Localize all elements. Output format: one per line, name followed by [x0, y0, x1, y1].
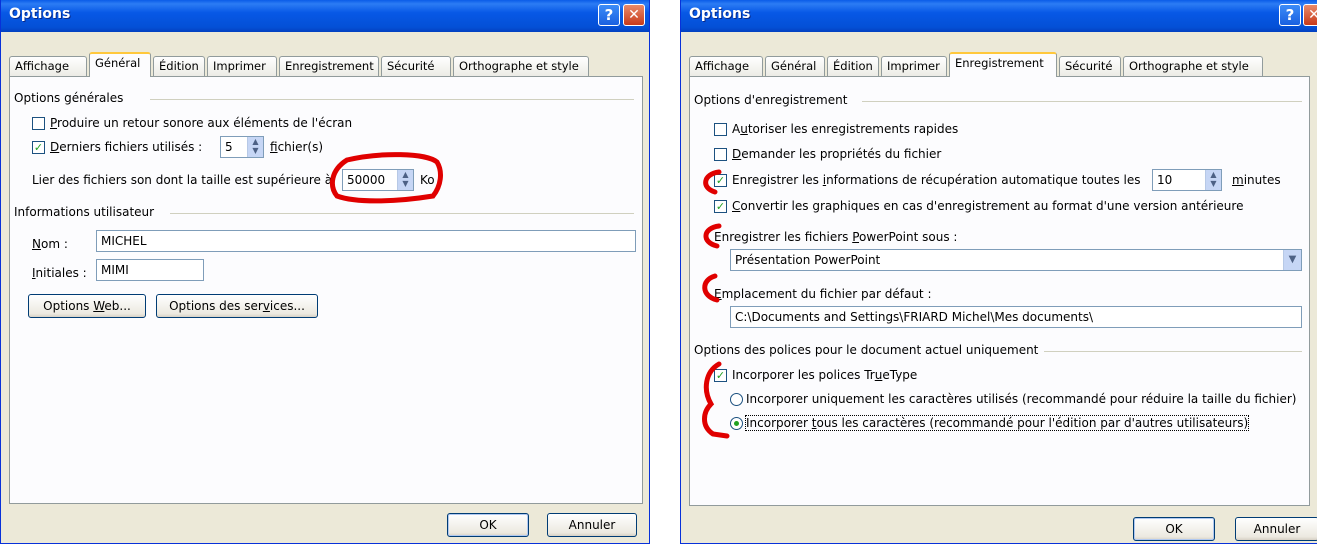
label-emplacement: Emplacement du fichier par défaut : [714, 287, 932, 301]
label-ko: Ko [420, 173, 435, 187]
spinner-arrows-icon[interactable]: ▲ ▼ [397, 170, 413, 190]
tab-orthographe[interactable]: Orthographe et style [453, 56, 589, 76]
group-label-options-enregistrement: Options d'enregistrement [694, 93, 848, 107]
label-derniers-fichiers: Derniers fichiers utilisés : [50, 140, 203, 154]
tab-affichage[interactable]: Affichage [9, 56, 87, 76]
checkbox-enregistrements-rapides[interactable] [714, 123, 727, 136]
annuler-button[interactable]: Annuler [1235, 517, 1317, 541]
divider [1044, 351, 1302, 352]
tab-enregistrement[interactable]: Enregistrement [279, 56, 379, 76]
autorecover-minutes-input[interactable]: 10 ▲ ▼ [1152, 169, 1222, 191]
tab-imprimer[interactable]: Imprimer [207, 56, 277, 76]
help-icon[interactable]: ? [1279, 4, 1301, 26]
tab-orthographe[interactable]: Orthographe et style [1123, 56, 1263, 76]
divider [150, 99, 634, 100]
checkbox-proprietes-fichier[interactable] [714, 148, 727, 161]
tab-enregistrement[interactable]: Enregistrement [949, 52, 1057, 77]
tab-general[interactable]: Général [765, 56, 825, 76]
tab-general[interactable]: Général [89, 52, 151, 77]
checkbox-retour-sonore[interactable] [32, 117, 45, 130]
tab-edition[interactable]: Édition [153, 56, 205, 76]
divider [170, 213, 634, 214]
label-recuperation-auto: Enregistrer les informations de récupéra… [732, 173, 1141, 187]
checkbox-convertir-graphiques[interactable]: ✓ [714, 200, 727, 213]
label-initiales: Initiales : [32, 266, 87, 280]
close-icon[interactable]: ✕ [1303, 4, 1317, 26]
checkbox-incorporer-polices[interactable]: ✓ [714, 369, 727, 382]
tab-edition[interactable]: Édition [827, 56, 879, 76]
tab-imprimer[interactable]: Imprimer [881, 56, 947, 76]
title-bar[interactable]: Options ? ✕ [1, 0, 649, 32]
dialog-title: Options [9, 6, 71, 22]
label-tous-caracteres: Incorporer tous les caractères (recomman… [744, 415, 1250, 431]
help-icon[interactable]: ? [598, 4, 620, 26]
save-format-select[interactable]: Présentation PowerPoint ▼ [730, 249, 1302, 271]
tab-securite[interactable]: Sécurité [1059, 56, 1121, 76]
options-services-button[interactable]: Options des services... [156, 294, 318, 318]
spinner-arrows-icon[interactable]: ▲ ▼ [247, 137, 263, 157]
checkbox-recuperation-auto[interactable]: ✓ [714, 174, 727, 187]
tab-securite[interactable]: Sécurité [381, 56, 451, 76]
options-web-button[interactable]: Options Web... [28, 294, 146, 318]
checkbox-derniers-fichiers[interactable]: ✓ [32, 141, 45, 154]
default-location-input[interactable]: C:\Documents and Settings\FRIARD Michel\… [730, 306, 1302, 328]
label-lier-fichiers: Lier des fichiers son dont la taille est… [32, 173, 333, 187]
chevron-down-icon[interactable]: ▼ [1283, 250, 1301, 270]
label-nom: Nom : [32, 237, 68, 251]
tab-affichage[interactable]: Affichage [689, 56, 763, 76]
label-convertir-graphiques: Convertir les graphiques en cas d'enregi… [732, 199, 1244, 213]
title-bar[interactable]: Options ? ✕ [681, 0, 1317, 32]
label-proprietes-fichier: Demander les propriétés du fichier [732, 147, 942, 161]
group-label-options-generales: Options générales [14, 91, 124, 105]
dialog-title: Options [689, 6, 751, 22]
divider [862, 101, 1302, 102]
ok-button[interactable]: OK [447, 513, 529, 537]
tab-panel: Options d'enregistrement Autoriser les e… [689, 76, 1310, 506]
label-fichiers-suffix: fichier(s) [270, 140, 324, 154]
radio-caracteres-utilises[interactable] [730, 393, 743, 406]
label-incorporer-polices: Incorporer les polices TrueType [732, 368, 918, 382]
label-minutes: minutes [1232, 173, 1281, 187]
label-enregistrements-rapides: Autoriser les enregistrements rapides [732, 122, 959, 136]
tab-panel: Options générales Produire un retour son… [9, 76, 643, 504]
label-format-enregistrement: Enregistrer les fichiers PowerPoint sous… [714, 230, 958, 244]
group-label-options-polices: Options des polices pour le document act… [694, 343, 1039, 357]
ok-button[interactable]: OK [1133, 517, 1215, 541]
radio-tous-caracteres[interactable] [730, 417, 743, 430]
label-caracteres-utilises: Incorporer uniquement les caractères uti… [746, 392, 1297, 406]
link-size-input[interactable]: 50000 ▲ ▼ [342, 169, 414, 191]
group-label-informations-utilisateur: Informations utilisateur [14, 205, 155, 219]
initials-input[interactable]: MIMI [96, 259, 204, 281]
label-retour-sonore: Produire un retour sonore aux éléments d… [50, 116, 353, 130]
options-dialog-general: Options ? ✕ Affichage Général Édition Im… [0, 0, 650, 544]
options-dialog-enregistrement: Options ? ✕ Affichage Général Édition Im… [680, 0, 1317, 544]
spinner-arrows-icon[interactable]: ▲ ▼ [1205, 170, 1221, 190]
close-icon[interactable]: ✕ [623, 4, 645, 26]
annuler-button[interactable]: Annuler [547, 513, 637, 537]
name-input[interactable]: MICHEL [96, 230, 636, 252]
recent-files-count-input[interactable]: 5 ▲ ▼ [220, 136, 264, 158]
